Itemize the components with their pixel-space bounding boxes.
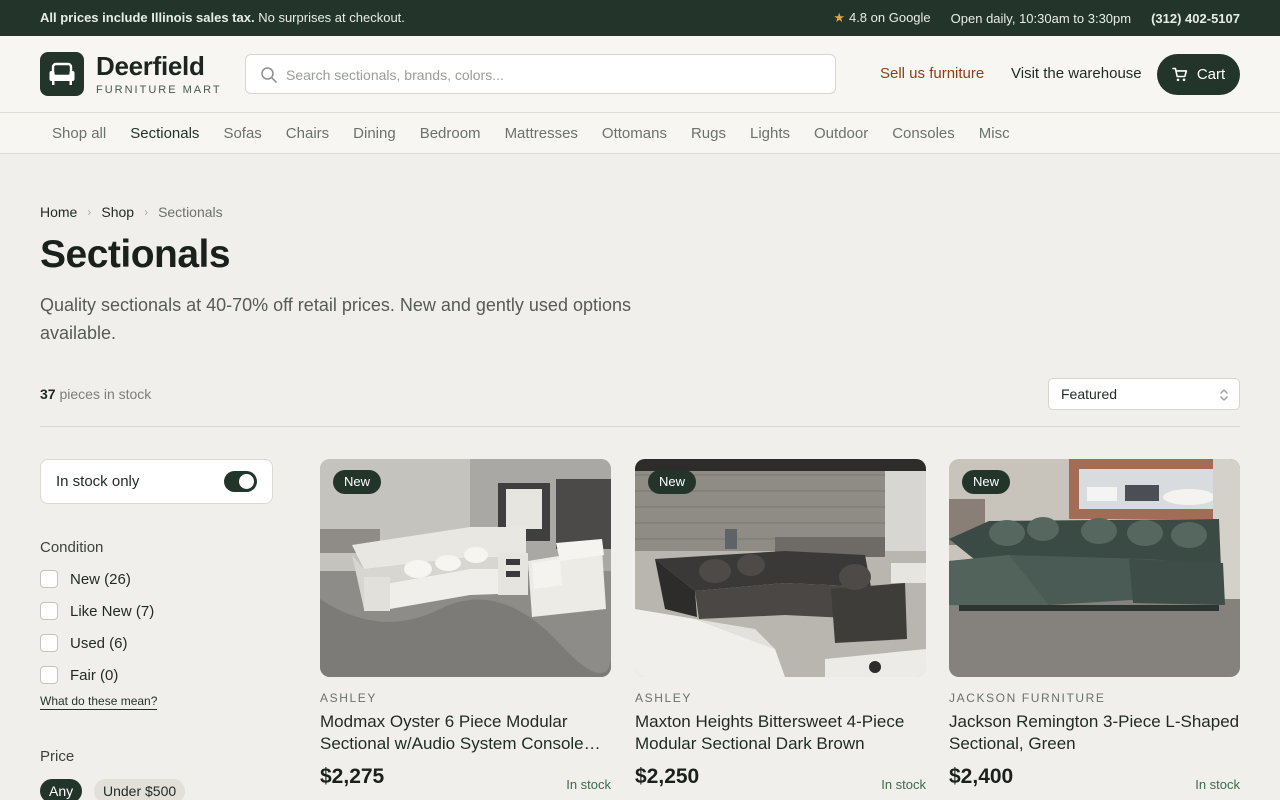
in-stock-toggle[interactable] [224, 471, 257, 492]
sort-value: Featured [1061, 386, 1118, 402]
page-description: Quality sectionals at 40-70% off retail … [40, 295, 631, 343]
product-title[interactable]: Modmax Oyster 6 Piece Modular Sectional … [320, 711, 611, 755]
rating-text: 4.8 on Google [848, 10, 931, 25]
result-count-suffix: pieces in stock [59, 386, 152, 402]
visit-warehouse-link[interactable]: Visit the warehouse [1011, 65, 1142, 82]
tax-notice-bold: All prices include Illinois sales tax. [40, 10, 255, 25]
stock-status: In stock [566, 777, 611, 792]
product-title-text[interactable]: Maxton Heights Bittersweet 4-Piece Modul… [635, 711, 926, 755]
product-card[interactable]: New JACKSON FURNITURE Jackson Remington … [949, 459, 1240, 792]
category-nav: Shop all Sectionals Sofas Chairs Dining … [0, 113, 1280, 154]
condition-label: New (26) [70, 570, 131, 588]
sort-select[interactable]: Featured [1048, 378, 1240, 410]
nav-item-dining[interactable]: Dining [341, 125, 408, 142]
phone-link[interactable]: (312) 402-5107 [1151, 11, 1240, 26]
product-brand: ASHLEY [320, 691, 377, 705]
cart-button[interactable]: Cart [1157, 54, 1240, 95]
nav-item-sectionals[interactable]: Sectionals [118, 125, 211, 142]
condition-label: Like New (7) [70, 602, 155, 620]
toggle-knob [239, 474, 254, 489]
price-filter-title: Price [40, 748, 75, 765]
cart-icon [1172, 67, 1188, 82]
sofa-logo-icon[interactable] [40, 52, 84, 96]
new-badge: New [333, 470, 382, 494]
product-price: $2,275 [320, 765, 385, 788]
site-header: Deerfield FURNITURE MART Sell us furnitu… [0, 36, 1280, 113]
chevron-right-icon: › [87, 205, 92, 219]
nav-item-rugs[interactable]: Rugs [679, 125, 738, 142]
divider [40, 426, 1240, 427]
product-card[interactable]: New ASHLEY Modmax Oyster 6 Piece Modular… [320, 459, 611, 792]
nav-item-consoles[interactable]: Consoles [880, 125, 967, 142]
condition-label: Fair (0) [70, 666, 119, 684]
condition-option-like-new[interactable]: Like New (7) [40, 602, 154, 620]
nav-item-bedroom[interactable]: Bedroom [408, 125, 493, 142]
nav-item-chairs[interactable]: Chairs [274, 125, 341, 142]
google-rating: ★ 4.8 on Google [833, 10, 930, 26]
product-image[interactable]: New [949, 459, 1240, 677]
checkbox[interactable] [40, 634, 58, 652]
product-title-text[interactable]: Modmax Oyster 6 Piece Modular Sectional … [320, 711, 611, 755]
checkbox[interactable] [40, 602, 58, 620]
sell-furniture-link[interactable]: Sell us furniture [880, 65, 984, 82]
page-title: Sectionals [40, 233, 231, 276]
brand-tagline: FURNITURE MART [96, 84, 222, 96]
nav-item-mattresses[interactable]: Mattresses [493, 125, 590, 142]
product-title[interactable]: Jackson Remington 3-Piece L-Shaped Secti… [949, 711, 1240, 755]
sort-arrows-icon [1220, 389, 1228, 401]
search-input[interactable] [286, 64, 816, 86]
in-stock-label: In stock only [56, 473, 140, 490]
cart-label: Cart [1196, 66, 1226, 83]
result-count-number: 37 [40, 386, 56, 402]
condition-label: Used (6) [70, 634, 128, 652]
nav-item-outdoor[interactable]: Outdoor [802, 125, 880, 142]
product-price: $2,250 [635, 765, 700, 788]
breadcrumb: Home › Shop › Sectionals [40, 204, 223, 220]
condition-filter-title: Condition [40, 539, 104, 556]
stock-status: In stock [1195, 777, 1240, 792]
nav-item-misc[interactable]: Misc [967, 125, 1022, 142]
search-icon [261, 67, 277, 83]
star-icon: ★ [833, 10, 845, 25]
new-badge: New [648, 470, 697, 494]
store-hours: Open daily, 10:30am to 3:30pm [950, 10, 1132, 26]
condition-option-used[interactable]: Used (6) [40, 634, 128, 652]
condition-option-new[interactable]: New (26) [40, 570, 131, 588]
category-list: Shop all Sectionals Sofas Chairs Dining … [40, 125, 1022, 142]
search-bar[interactable] [245, 54, 836, 94]
product-title[interactable]: Maxton Heights Bittersweet 4-Piece Modul… [635, 711, 926, 755]
nav-item-lights[interactable]: Lights [738, 125, 802, 142]
product-brand: ASHLEY [635, 691, 692, 705]
checkbox[interactable] [40, 570, 58, 588]
condition-option-fair[interactable]: Fair (0) [40, 666, 118, 684]
product-card[interactable]: New ASHLEY Maxton Heights Bittersweet 4-… [635, 459, 926, 792]
in-stock-filter[interactable]: In stock only [40, 459, 273, 504]
product-title-text[interactable]: Jackson Remington 3-Piece L-Shaped Secti… [949, 711, 1240, 755]
breadcrumb-home[interactable]: Home [40, 204, 77, 220]
nav-item-sofas[interactable]: Sofas [211, 125, 273, 142]
price-chip-under-500[interactable]: Under $500 [94, 779, 186, 800]
breadcrumb-current: Sectionals [158, 204, 223, 220]
chevron-right-icon: › [144, 205, 149, 219]
nav-item-ottomans[interactable]: Ottomans [590, 125, 679, 142]
brand-name[interactable]: Deerfield [96, 51, 205, 82]
product-price: $2,400 [949, 765, 1014, 788]
breadcrumb-shop[interactable]: Shop [101, 204, 134, 220]
product-image[interactable]: New [635, 459, 926, 677]
price-chip-any[interactable]: Any [40, 779, 83, 800]
product-image[interactable]: New [320, 459, 611, 677]
product-brand: JACKSON FURNITURE [949, 691, 1106, 705]
stock-status: In stock [881, 777, 926, 792]
tax-notice-rest: No surprises at checkout. [258, 10, 405, 25]
condition-help-link[interactable]: What do these mean? [40, 694, 158, 710]
result-count: 37 pieces in stock [40, 386, 151, 402]
new-badge: New [962, 470, 1011, 494]
checkbox[interactable] [40, 666, 58, 684]
tax-notice: All prices include Illinois sales tax. N… [40, 10, 405, 25]
nav-item-shop-all[interactable]: Shop all [40, 125, 118, 142]
announcement-bar: All prices include Illinois sales tax. N… [0, 0, 1280, 36]
